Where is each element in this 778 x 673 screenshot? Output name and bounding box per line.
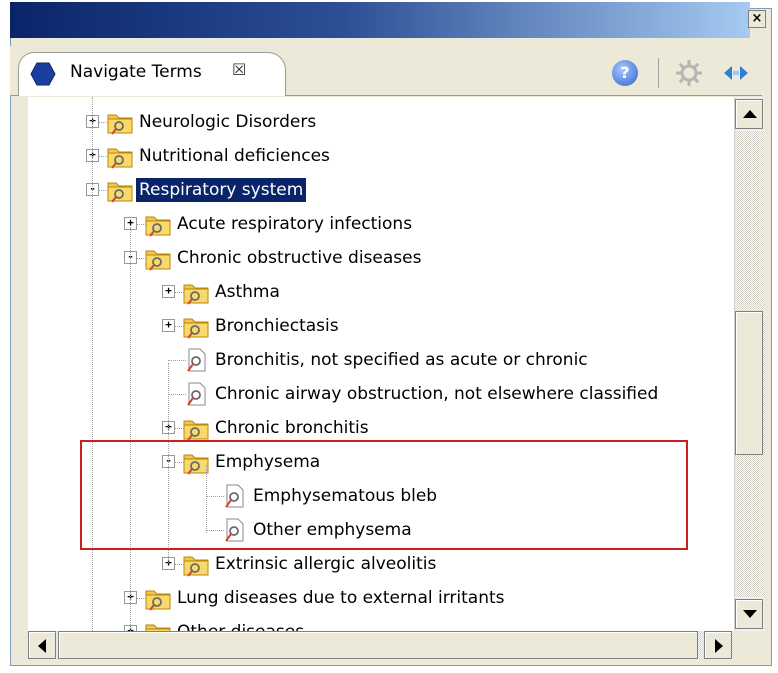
- folder-term-icon: [106, 177, 134, 203]
- tree-item[interactable]: - Respiratory system: [28, 175, 734, 205]
- tree-item-label[interactable]: Chronic bronchitis: [212, 416, 372, 440]
- navigator-hexagon-icon: [30, 62, 56, 86]
- folder-term-icon: [182, 313, 210, 339]
- tree-item-label[interactable]: Emphysematous bleb: [250, 484, 440, 508]
- folder-term-icon: [144, 245, 172, 271]
- term-tree[interactable]: + Neurologic Disorders + Nutritional defici…: [28, 97, 734, 631]
- tree-item-label[interactable]: Lung diseases due to external irritants: [174, 586, 508, 610]
- tree-item-label[interactable]: Bronchiectasis: [212, 314, 342, 338]
- tree-item-label[interactable]: Acute respiratory infections: [174, 212, 415, 236]
- left-arrow-icon: [38, 639, 46, 653]
- tree-guide-line: [92, 97, 93, 631]
- down-arrow-icon: [743, 610, 757, 618]
- tree-item[interactable]: - Chronic obstructive diseases: [28, 243, 734, 273]
- scroll-left-button[interactable]: [28, 631, 56, 659]
- folder-term-icon: [106, 109, 134, 135]
- folder-term-icon: [144, 585, 172, 611]
- scrollbar-corner: [734, 631, 764, 659]
- scroll-up-button[interactable]: [735, 99, 763, 129]
- scroll-thumb[interactable]: [735, 311, 763, 455]
- tree-item[interactable]: Other emphysema: [28, 515, 734, 545]
- tree-item-label[interactable]: Asthma: [212, 280, 283, 304]
- document-term-icon: [220, 517, 248, 543]
- folder-term-icon: [144, 619, 172, 631]
- tree-item-label[interactable]: Chronic airway obstruction, not elsewher…: [212, 382, 661, 406]
- tree-item[interactable]: + Acute respiratory infections: [28, 209, 734, 239]
- folder-term-icon: [182, 551, 210, 577]
- tree-item[interactable]: + Chronic bronchitis: [28, 413, 734, 443]
- tree-item-label[interactable]: Chronic obstructive diseases: [174, 246, 424, 270]
- up-arrow-icon: [743, 110, 757, 118]
- vertical-scrollbar[interactable]: [734, 97, 765, 631]
- document-term-icon: [220, 483, 248, 509]
- tree-guide-line: [130, 227, 131, 631]
- tree-item[interactable]: + Neurologic Disorders: [28, 107, 734, 137]
- right-arrow-icon: [715, 639, 723, 653]
- horizontal-scrollbar[interactable]: [28, 631, 734, 659]
- view-title-bar[interactable]: [10, 2, 750, 38]
- window-close-button[interactable]: ×: [748, 10, 766, 28]
- tree-item[interactable]: + Asthma: [28, 277, 734, 307]
- expand-toggle-icon[interactable]: +: [162, 285, 175, 298]
- gear-icon[interactable]: [674, 58, 704, 88]
- scroll-down-button[interactable]: [735, 599, 763, 629]
- tree-item[interactable]: + Nutritional deficiences: [28, 141, 734, 171]
- link-with-editor-icon[interactable]: [722, 60, 750, 86]
- tree-item-label[interactable]: Nutritional deficiences: [136, 144, 333, 168]
- tree-item-label[interactable]: Neurologic Disorders: [136, 110, 319, 134]
- tree-item-label[interactable]: Respiratory system: [136, 178, 307, 202]
- tree-item-label[interactable]: Other diseases: [174, 620, 307, 631]
- folder-term-icon: [182, 279, 210, 305]
- expand-toggle-icon[interactable]: +: [162, 319, 175, 332]
- tree-guide-line: [168, 363, 169, 563]
- tree-guide-line: [206, 465, 207, 533]
- document-term-icon: [182, 347, 210, 373]
- folder-term-icon: [144, 211, 172, 237]
- tree-item[interactable]: Emphysematous bleb: [28, 481, 734, 511]
- tree-item[interactable]: +Other diseases: [28, 617, 734, 631]
- tree-item[interactable]: + Extrinsic allergic alveolitis: [28, 549, 734, 579]
- tree-item-label[interactable]: Emphysema: [212, 450, 323, 474]
- tree-item-label[interactable]: Extrinsic allergic alveolitis: [212, 552, 439, 576]
- tree-item[interactable]: + Bronchiectasis: [28, 311, 734, 341]
- toolbar-separator: [658, 58, 659, 88]
- folder-term-icon: [182, 415, 210, 441]
- tree-item[interactable]: - Emphysema: [28, 447, 734, 477]
- tree-item[interactable]: Chronic airway obstruction, not elsewher…: [28, 379, 734, 409]
- tab-title: Navigate Terms: [70, 62, 202, 82]
- document-term-icon: [182, 381, 210, 407]
- tree-item[interactable]: + Lung diseases due to external irritants: [28, 583, 734, 613]
- help-icon[interactable]: ?: [612, 60, 638, 86]
- scroll-right-button[interactable]: [704, 631, 732, 659]
- horizontal-scroll-thumb[interactable]: [58, 631, 698, 659]
- tree-item-label[interactable]: Bronchitis, not specified as acute or ch…: [212, 348, 591, 372]
- folder-term-icon: [106, 143, 134, 169]
- tab-close-icon[interactable]: ☒: [232, 60, 246, 79]
- tree-item[interactable]: Bronchitis, not specified as acute or ch…: [28, 345, 734, 375]
- tree-item-label[interactable]: Other emphysema: [250, 518, 415, 542]
